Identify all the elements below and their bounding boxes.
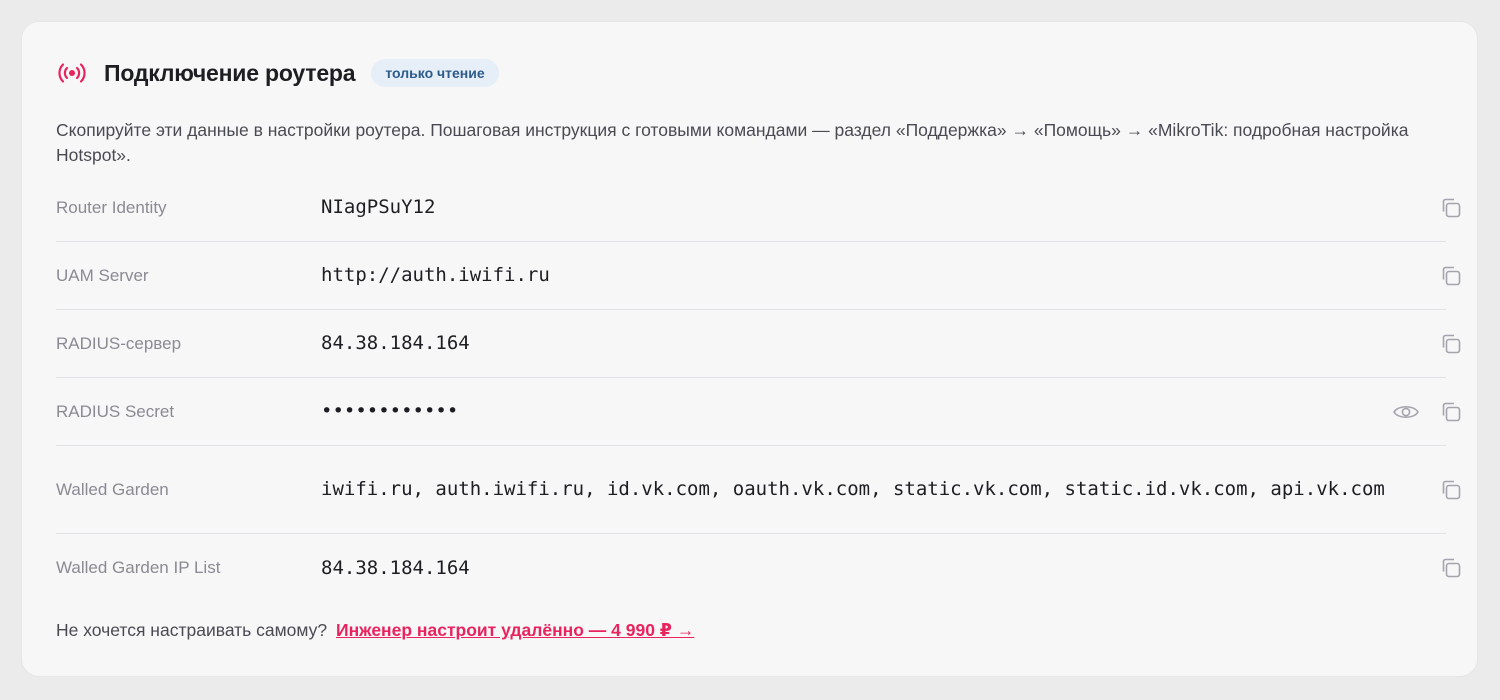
router-connection-card: Подключение роутера только чтение Скопир… bbox=[21, 21, 1478, 677]
field-value[interactable]: 84.38.184.164 bbox=[321, 331, 1396, 356]
read-only-badge: только чтение bbox=[371, 59, 499, 87]
field-value[interactable]: NIagPSuY12 bbox=[321, 195, 1396, 220]
field-label: Router Identity bbox=[56, 197, 167, 217]
copy-icon[interactable] bbox=[1437, 398, 1465, 426]
row-radius-secret: RADIUS Secret •••••••••••• bbox=[56, 378, 1461, 446]
row-uam-server: UAM Server http://auth.iwifi.ru bbox=[56, 242, 1461, 310]
broadcast-icon bbox=[58, 62, 86, 84]
copy-icon[interactable] bbox=[1437, 330, 1465, 358]
field-value[interactable]: http://auth.iwifi.ru bbox=[321, 263, 1396, 288]
page-title: Подключение роутера bbox=[104, 59, 356, 86]
field-value[interactable]: 84.38.184.164 bbox=[321, 556, 1396, 581]
copy-icon[interactable] bbox=[1437, 476, 1465, 504]
row-radius-server: RADIUS-сервер 84.38.184.164 bbox=[56, 310, 1461, 378]
footer-note: Не хочется настраивать самому? Инженер н… bbox=[56, 620, 694, 641]
field-label: Walled Garden IP List bbox=[56, 558, 221, 577]
remote-setup-link[interactable]: Инженер настроит удалённо — 4 990 ₽ → bbox=[336, 620, 694, 640]
card-header: Подключение роутера только чтение bbox=[58, 58, 499, 88]
row-router-identity: Router Identity NIagPSuY12 bbox=[56, 174, 1461, 242]
instructions-text: Скопируйте эти данные в настройки роутер… bbox=[56, 120, 1409, 165]
field-label: RADIUS Secret bbox=[56, 401, 175, 421]
settings-list: Router Identity NIagPSuY12 UAM Server ht… bbox=[56, 174, 1461, 602]
secret-value[interactable]: •••••••••••• bbox=[321, 399, 1396, 424]
copy-icon[interactable] bbox=[1437, 194, 1465, 222]
field-value[interactable]: iwifi.ru, auth.iwifi.ru, id.vk.com, oaut… bbox=[321, 477, 1396, 502]
field-label: UAM Server bbox=[56, 265, 149, 285]
eye-icon[interactable] bbox=[1392, 398, 1420, 426]
row-walled-garden-ip-list: Walled Garden IP List 84.38.184.164 bbox=[56, 534, 1461, 602]
field-label: RADIUS-сервер bbox=[56, 333, 182, 353]
row-walled-garden: Walled Garden iwifi.ru, auth.iwifi.ru, i… bbox=[56, 446, 1461, 534]
copy-icon[interactable] bbox=[1437, 554, 1465, 582]
field-label: Walled Garden bbox=[56, 479, 169, 499]
copy-icon[interactable] bbox=[1437, 262, 1465, 290]
footer-text: Не хочется настраивать самому? bbox=[56, 620, 328, 640]
